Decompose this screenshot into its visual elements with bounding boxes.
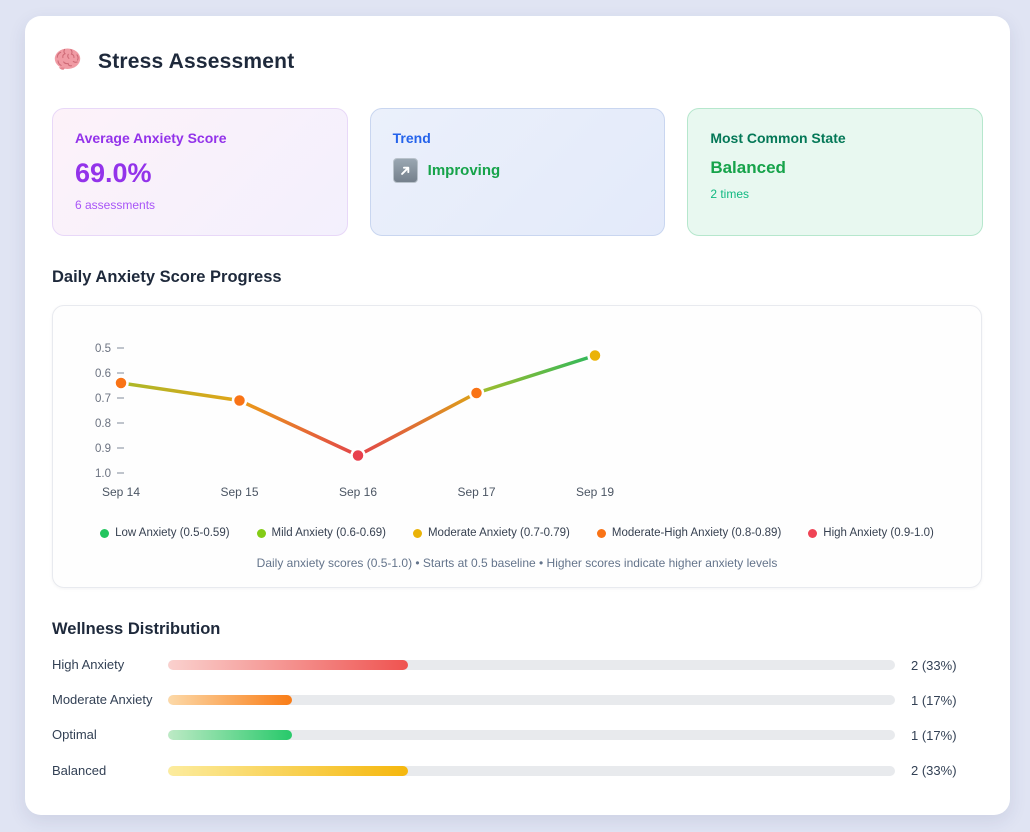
legend-dot-icon bbox=[257, 529, 266, 538]
legend-item: Moderate Anxiety (0.7-0.79) bbox=[413, 527, 570, 539]
distribution-section-title: Wellness Distribution bbox=[52, 620, 983, 639]
stat-value: Improving bbox=[428, 162, 501, 179]
x-axis-label: Sep 17 bbox=[457, 485, 495, 499]
bar-track bbox=[168, 695, 895, 705]
data-point bbox=[115, 377, 128, 390]
stat-subtext: 2 times bbox=[710, 187, 960, 201]
distribution-row: Balanced 2 (33%) bbox=[52, 762, 983, 780]
stat-label: Average Anxiety Score bbox=[75, 130, 325, 146]
bar-fill bbox=[168, 730, 292, 740]
row-value: 1 (17%) bbox=[895, 693, 983, 708]
data-point bbox=[470, 387, 483, 400]
stat-cards-row: Average Anxiety Score 69.0% 6 assessment… bbox=[52, 108, 983, 236]
y-tick-label: 0.8 bbox=[95, 418, 111, 430]
row-value: 1 (17%) bbox=[895, 728, 983, 743]
row-label: Balanced bbox=[52, 762, 168, 780]
distribution-row: High Anxiety 2 (33%) bbox=[52, 656, 983, 674]
row-value: 2 (33%) bbox=[895, 658, 983, 673]
most-common-state-card: Most Common State Balanced 2 times bbox=[687, 108, 983, 236]
legend-item: High Anxiety (0.9-1.0) bbox=[808, 527, 934, 539]
legend-item: Mild Anxiety (0.6-0.69) bbox=[257, 527, 386, 539]
x-axis-label: Sep 14 bbox=[102, 485, 140, 499]
y-tick-label: 0.7 bbox=[95, 393, 111, 405]
stat-value: Balanced bbox=[710, 158, 960, 178]
y-tick-label: 0.9 bbox=[95, 443, 111, 455]
anxiety-line-chart: 0.5 0.6 0.7 0.8 0.9 1.0 Sep 14 Sep 15 Sep 16 Sep … bbox=[53, 308, 983, 508]
bar-fill bbox=[168, 660, 408, 670]
x-axis-label: Sep 19 bbox=[576, 485, 614, 499]
data-point bbox=[233, 394, 246, 407]
legend-label: Moderate Anxiety (0.7-0.79) bbox=[428, 527, 570, 539]
line-segment bbox=[358, 393, 477, 456]
y-tick-label: 1.0 bbox=[95, 468, 111, 480]
legend-label: Mild Anxiety (0.6-0.69) bbox=[272, 527, 386, 539]
legend-dot-icon bbox=[808, 529, 817, 538]
row-value: 2 (33%) bbox=[895, 763, 983, 778]
row-label: Optimal bbox=[52, 726, 168, 744]
stat-label: Trend bbox=[393, 130, 643, 146]
data-point bbox=[352, 449, 365, 462]
wellness-distribution: High Anxiety 2 (33%) Moderate Anxiety 1 (17… bbox=[52, 656, 983, 780]
row-label: Moderate Anxiety bbox=[52, 691, 168, 709]
bar-fill bbox=[168, 695, 292, 705]
average-anxiety-score-card: Average Anxiety Score 69.0% 6 assessment… bbox=[52, 108, 348, 236]
data-point bbox=[589, 349, 602, 362]
line-segment bbox=[121, 383, 240, 401]
trend-card: Trend Improving bbox=[370, 108, 666, 236]
y-tick-label: 0.6 bbox=[95, 368, 111, 380]
line-segment bbox=[477, 356, 596, 394]
brain-icon bbox=[52, 46, 83, 78]
stress-assessment-panel: Stress Assessment Average Anxiety Score … bbox=[25, 16, 1010, 815]
chart-section-title: Daily Anxiety Score Progress bbox=[52, 268, 983, 287]
row-label: High Anxiety bbox=[52, 656, 168, 674]
legend-dot-icon bbox=[100, 529, 109, 538]
chart-legend: Low Anxiety (0.5-0.59) Mild Anxiety (0.6-… bbox=[53, 527, 981, 539]
legend-dot-icon bbox=[413, 529, 422, 538]
legend-item: Moderate-High Anxiety (0.8-0.89) bbox=[597, 527, 781, 539]
legend-item: Low Anxiety (0.5-0.59) bbox=[100, 527, 229, 539]
bar-track bbox=[168, 766, 895, 776]
trend-up-arrow-icon bbox=[393, 158, 418, 183]
line-segment bbox=[240, 401, 359, 456]
stat-label: Most Common State bbox=[710, 130, 960, 146]
bar-fill bbox=[168, 766, 408, 776]
distribution-row: Moderate Anxiety 1 (17%) bbox=[52, 691, 983, 709]
legend-dot-icon bbox=[597, 529, 606, 538]
y-tick-label: 0.5 bbox=[95, 343, 111, 355]
legend-label: Moderate-High Anxiety (0.8-0.89) bbox=[612, 527, 781, 539]
x-axis-label: Sep 16 bbox=[339, 485, 377, 499]
legend-label: High Anxiety (0.9-1.0) bbox=[823, 527, 934, 539]
header: Stress Assessment bbox=[52, 46, 983, 78]
bar-track bbox=[168, 660, 895, 670]
chart-caption: Daily anxiety scores (0.5-1.0) • Starts … bbox=[53, 556, 981, 570]
stat-value: 69.0% bbox=[75, 158, 325, 189]
distribution-row: Optimal 1 (17%) bbox=[52, 726, 983, 744]
bar-track bbox=[168, 730, 895, 740]
legend-label: Low Anxiety (0.5-0.59) bbox=[115, 527, 229, 539]
anxiety-chart-card: 0.5 0.6 0.7 0.8 0.9 1.0 Sep 14 Sep 15 Sep 16 Sep … bbox=[52, 305, 982, 588]
stat-subtext: 6 assessments bbox=[75, 198, 325, 212]
page-title: Stress Assessment bbox=[98, 50, 294, 74]
x-axis-label: Sep 15 bbox=[220, 485, 258, 499]
